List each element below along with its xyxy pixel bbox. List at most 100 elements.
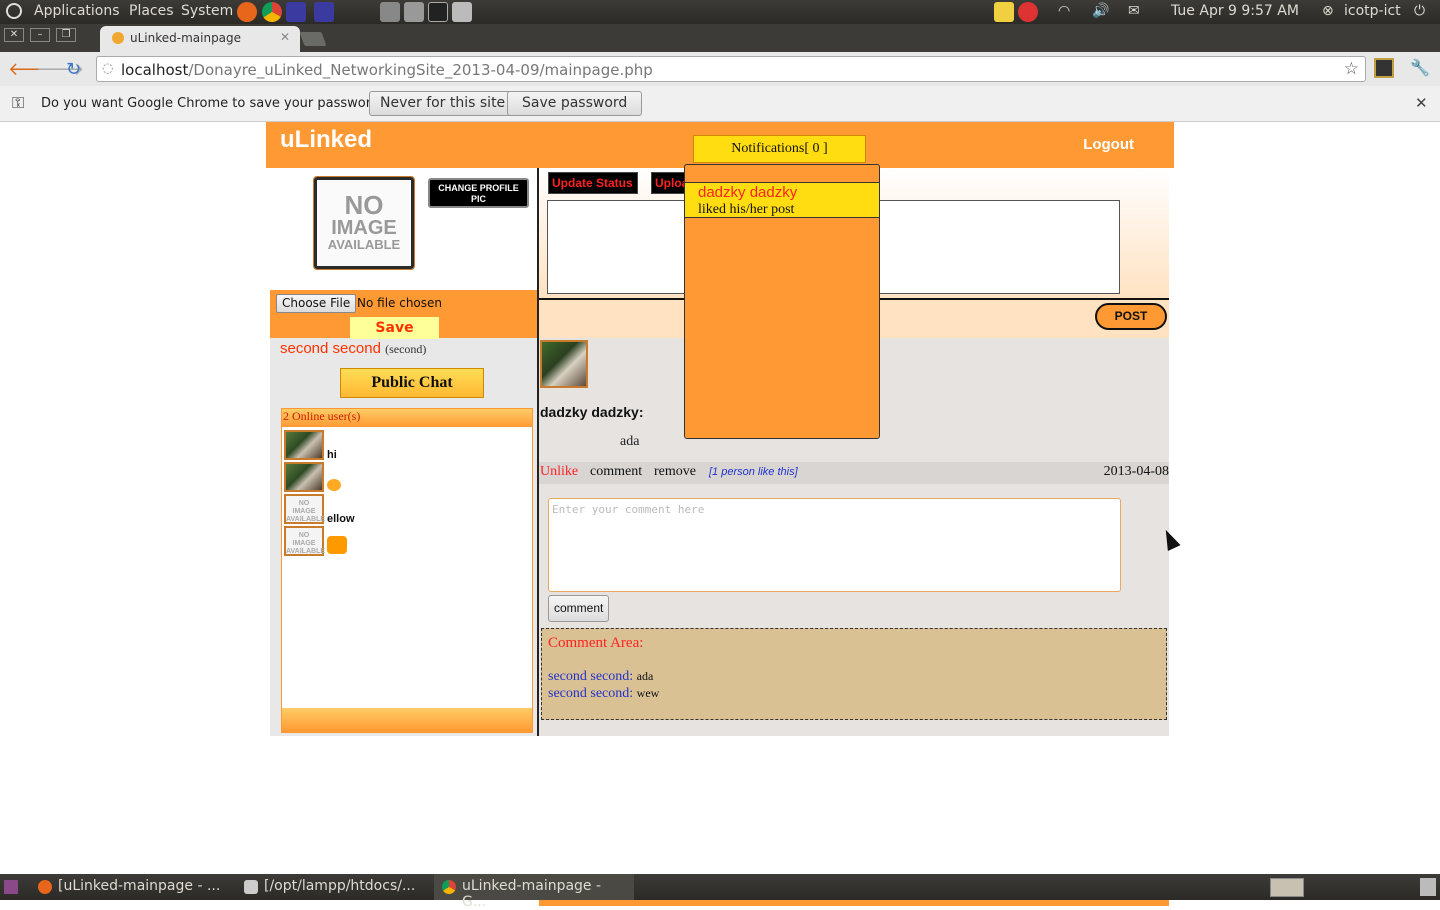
comment-item: second second: ada [548,669,653,685]
tab-title: uLinked-mainpage [130,31,242,45]
online-users-panel: 2 Online user(s) hi NO IMAGE AVAILABLE ell… [281,408,533,733]
firefox-icon [38,880,52,894]
public-chat-button[interactable]: Public Chat [340,368,484,398]
post-author-avatar[interactable] [540,340,588,388]
chrome-launcher-icon[interactable] [262,2,282,22]
save-picture-button[interactable]: Save [350,317,439,339]
online-users-footer [282,708,532,732]
page-content: uLinked Logout NO IMAGE AVAILABLE CHANGE… [0,122,1440,906]
comment-text: wew [636,686,660,700]
taskbar-item-label: [/opt/lampp/htdocs/... [264,878,416,894]
avatar [284,430,324,460]
chat-message: NO IMAGE AVAILABLE [284,526,325,556]
notes-icon[interactable] [994,2,1014,22]
menu-system[interactable]: System [181,3,233,19]
window-maximize-icon[interactable]: ❐ [56,28,76,42]
screenshot-icon[interactable] [380,2,400,22]
power-alert-icon[interactable] [1018,2,1038,22]
notifications-button[interactable]: Notifications[ 0 ] [693,135,866,163]
window-close-icon[interactable]: ✕ [4,28,24,42]
comment-item: second second: wew [548,686,659,702]
logout-link[interactable]: Logout [1083,136,1134,153]
notification-text: liked his/her post [698,202,795,217]
emoji-icon [327,479,341,491]
chat-message: NO IMAGE AVAILABLE [284,494,325,524]
browser-tab[interactable]: uLinked-mainpage ✕ [100,26,300,52]
editor-icon [244,880,258,894]
files-icon[interactable] [404,2,424,22]
comment-area: Comment Area: second second: ada second … [541,628,1167,720]
volume-icon[interactable]: 🔊 [1092,3,1109,19]
menu-places[interactable]: Places [129,3,174,19]
avatar-no-image: NO IMAGE AVAILABLE [284,494,325,524]
bookmark-star-icon[interactable]: ☆ [1344,59,1359,79]
site-logo[interactable]: uLinked [280,126,372,154]
calculator-icon[interactable] [452,2,472,22]
change-profile-pic-button[interactable]: CHANGE PROFILE PIC [428,178,529,208]
url-host: localhost [121,61,189,79]
unlike-link[interactable]: Unlike [540,464,578,480]
trash-icon[interactable] [1420,878,1436,896]
key-icon: ⚿ [12,93,25,112]
wifi-icon[interactable]: ◠ [1058,3,1070,19]
tab-close-icon[interactable]: ✕ [280,30,290,44]
taskbar-item[interactable]: uLinked-mainpage - G... [434,874,634,910]
firefox-launcher-icon[interactable] [237,2,257,22]
workspace-switcher[interactable] [1270,878,1304,897]
wrench-menu-icon[interactable]: 🔧 [1410,58,1430,77]
notifications-dropdown: dadzky dadzky liked his/her post [684,164,880,439]
taskbar: [uLinked-mainpage - ... [/opt/lampp/htdo… [0,874,1440,910]
post-button[interactable]: POST [1095,303,1167,330]
post-author[interactable]: dadzky dadzky: [540,404,643,420]
user-menu[interactable]: icotp-ict [1344,3,1401,19]
reload-icon[interactable]: ↻ [66,59,81,80]
post-actions: Unlike comment remove [1 person like thi… [539,462,1169,484]
avatar-no-image: NO IMAGE AVAILABLE [284,526,325,556]
comment-input[interactable]: Enter your comment here [548,498,1121,592]
extension-icon[interactable] [1374,58,1394,78]
ubuntu-logo-icon[interactable] [6,3,22,19]
app-launcher-icon[interactable] [314,2,334,22]
address-bar[interactable]: ◌ localhost/Donayre_uLinked_NetworkingSi… [96,56,1366,82]
show-desktop-icon[interactable] [4,880,18,894]
profile-sidebar: NO IMAGE AVAILABLE CHANGE PROFILE PIC Ch… [270,168,538,736]
browser-tab-strip: ✕ – ❐ uLinked-mainpage ✕ [0,24,1440,52]
tab-favicon-icon [112,32,124,44]
profile-no-image: NO IMAGE AVAILABLE [313,176,415,270]
comment-author[interactable]: second second: [548,686,633,701]
choose-file-button[interactable]: Choose File [276,294,357,313]
app-launcher-icon[interactable] [286,2,306,22]
terminal-icon[interactable] [428,2,448,22]
window-minimize-icon[interactable]: – [30,28,50,42]
infobar-close-icon[interactable]: ✕ [1415,94,1428,112]
emoji-icon [327,536,347,554]
menu-applications[interactable]: Applications [34,3,120,19]
taskbar-item[interactable]: [uLinked-mainpage - ... [30,874,230,900]
profile-fullname: second second [280,340,381,357]
comment-link[interactable]: comment [590,464,642,480]
comment-author[interactable]: second second: [548,669,633,684]
remove-link[interactable]: remove [654,464,696,480]
url-path: /Donayre_uLinked_NetworkingSite_2013-04-… [188,61,653,79]
avatar [284,462,324,492]
profile-name: second second (second) [280,340,426,357]
update-status-tab[interactable]: Update Status [548,172,638,194]
taskbar-item[interactable]: [/opt/lampp/htdocs/... [236,874,430,900]
comment-text: ada [636,669,654,683]
taskbar-item-label: [uLinked-mainpage - ... [58,878,221,894]
password-prompt: Do you want Google Chrome to save your p… [41,96,387,111]
user-icon: ⊗ [1322,3,1334,19]
post-date: 2013-04-08 [1103,464,1169,479]
notification-item[interactable]: dadzky dadzky liked his/her post [685,182,879,218]
never-save-button[interactable]: Never for this site [369,91,517,116]
profile-picture-area: NO IMAGE AVAILABLE CHANGE PROFILE PIC [270,168,538,290]
comment-submit-button[interactable]: comment [548,595,610,622]
save-password-button[interactable]: Save password [507,91,643,116]
shutdown-icon[interactable]: ⏻ [1414,3,1425,19]
likes-count[interactable]: [1 person like this] [709,466,798,478]
new-tab-button[interactable] [299,32,327,46]
notification-name: dadzky dadzky [698,184,798,201]
chat-message-text: ellow [327,513,355,525]
clock[interactable]: Tue Apr 9 9:57 AM [1171,3,1299,19]
mail-icon[interactable]: ✉ [1128,3,1140,19]
